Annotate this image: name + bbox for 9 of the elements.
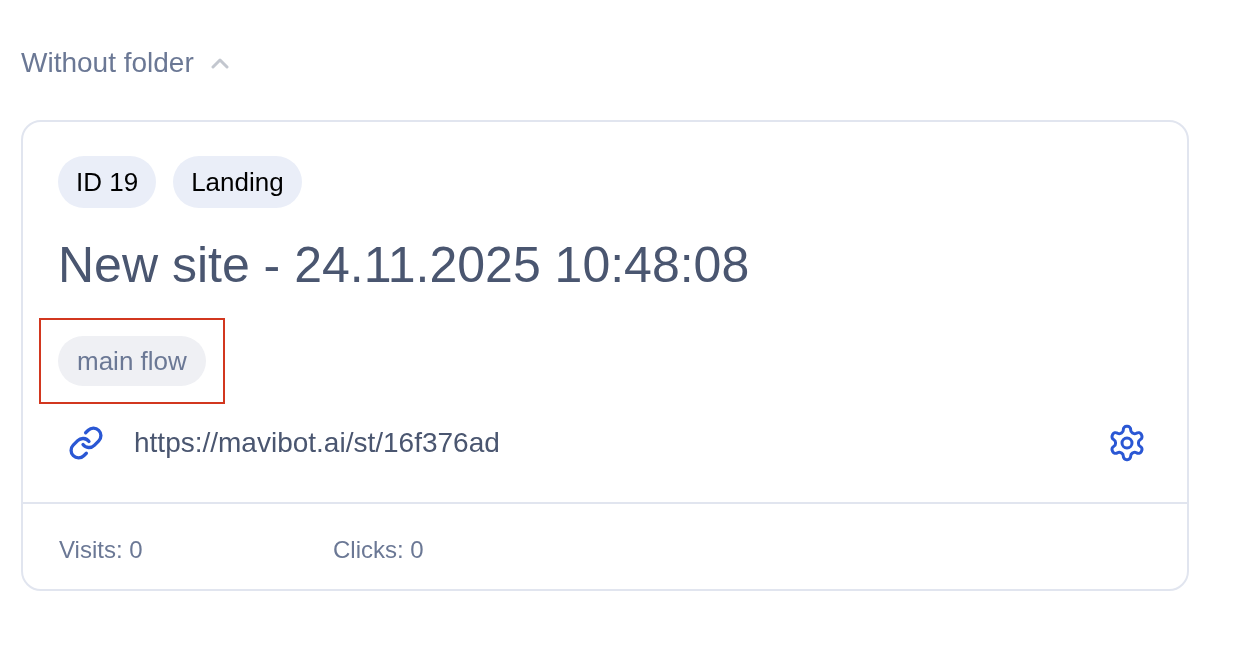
tag: main flow [58,336,206,386]
folder-title: Without folder [21,46,194,80]
site-title: New site - 24.11.2025 10:48:08 [58,236,751,295]
badge: Landing [173,156,302,208]
site-url[interactable]: https://mavibot.ai/st/16f376ad [134,422,500,464]
badge: ID 19 [58,156,157,208]
stat-text: Visits: 0 [59,535,144,565]
stat-text: Clicks: 0 [333,535,425,565]
link-icon [68,425,104,461]
